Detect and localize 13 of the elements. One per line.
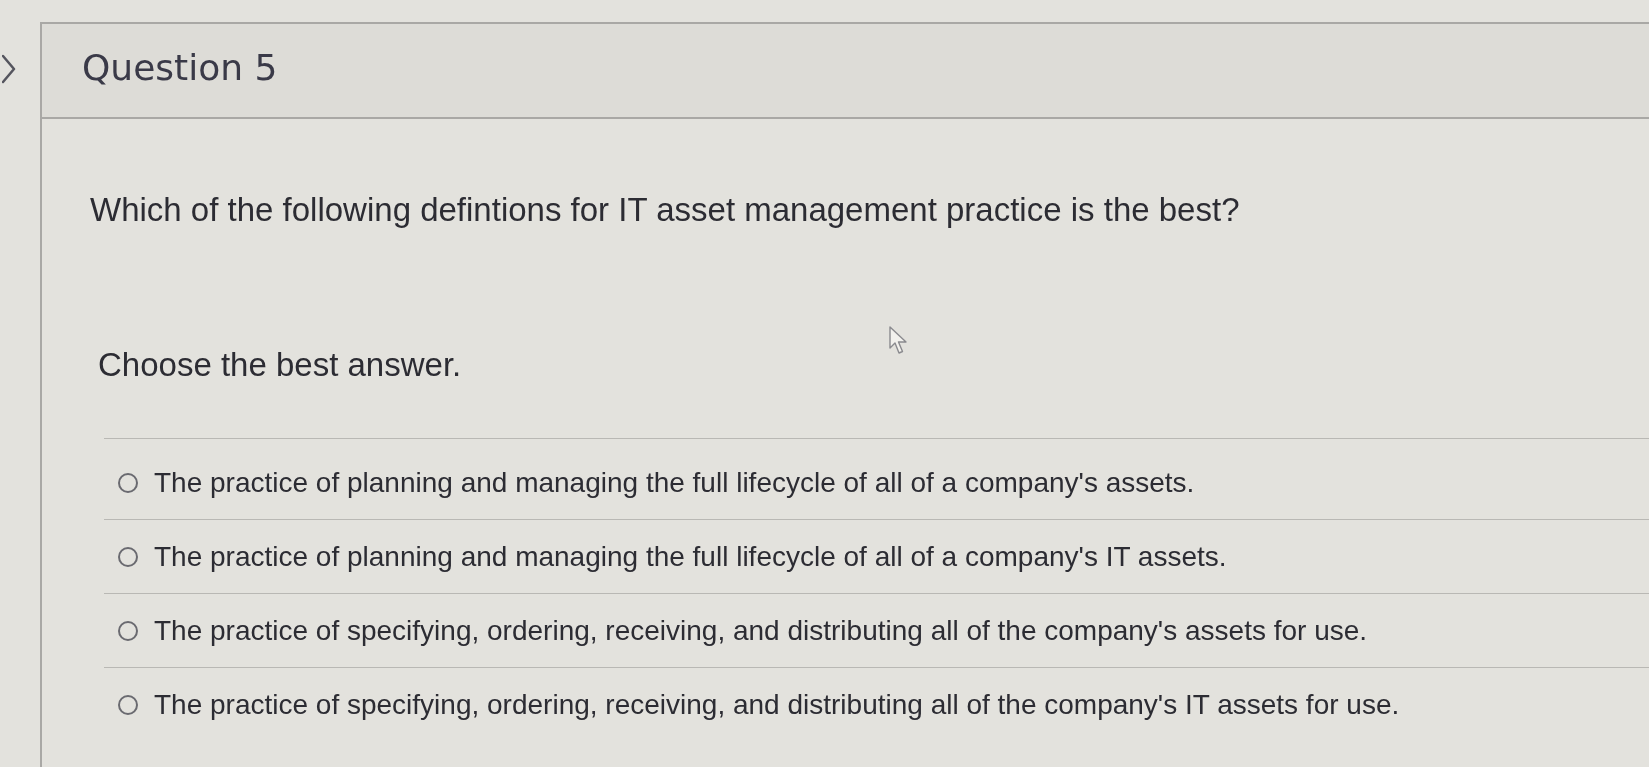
question-text: Which of the following defintions for IT asset management practice is the best? <box>90 191 1241 229</box>
answer-option[interactable]: The practice of specifying, ordering, receiving, and distributing all of the company's assets for use. <box>104 594 1649 668</box>
radio-button[interactable] <box>118 695 138 715</box>
chevron-right-icon[interactable] <box>2 54 16 84</box>
answer-option[interactable]: The practice of specifying, ordering, receiving, and distributing all of the company's IT assets for use. <box>104 668 1649 742</box>
radio-button[interactable] <box>118 620 138 641</box>
radio-button[interactable] <box>118 546 138 567</box>
instruction-text: Choose the best answer. <box>98 346 463 384</box>
answer-option[interactable]: The practice of planning and managing the full lifecycle of all of a company's assets. <box>104 446 1649 520</box>
radio-button[interactable] <box>118 472 138 493</box>
answer-option[interactable]: The practice of planning and managing the full lifecycle of all of a company's IT assets. <box>104 520 1649 594</box>
question-title: Question 5 <box>82 47 278 88</box>
mouse-pointer-icon <box>889 326 909 355</box>
